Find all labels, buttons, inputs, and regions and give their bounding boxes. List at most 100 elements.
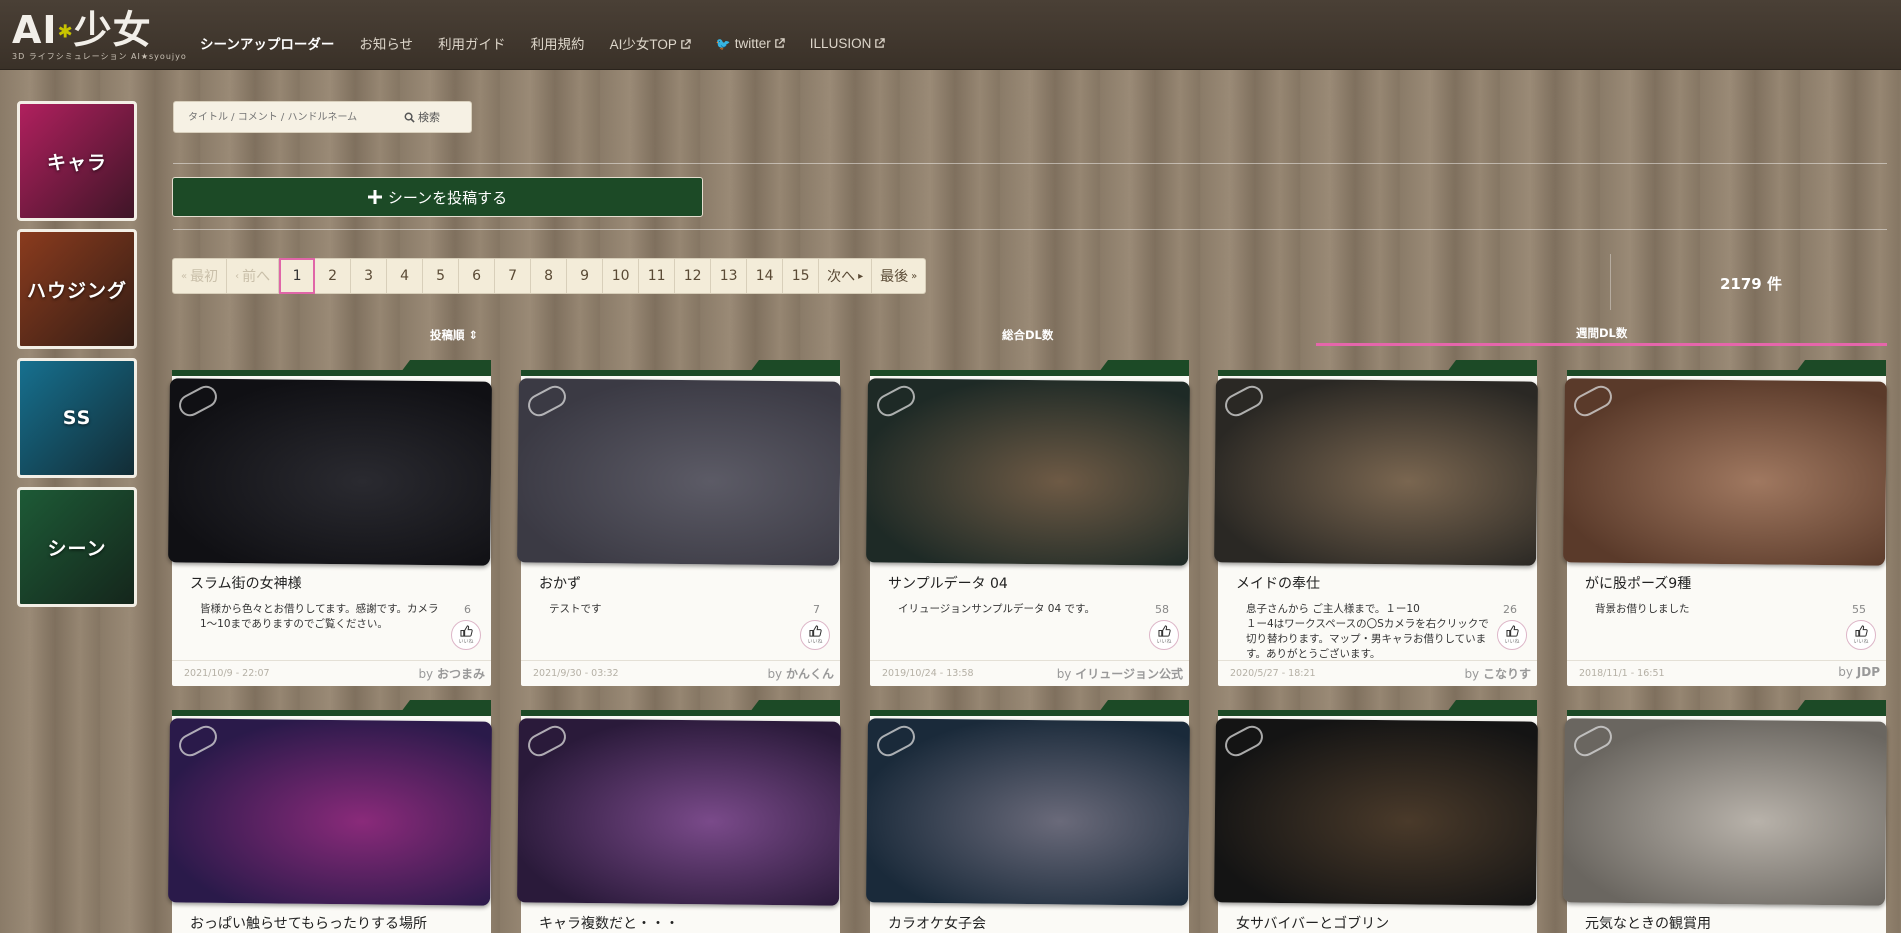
nav-item-label: ILLUSION [809,35,872,51]
author[interactable]: by おつまみ [418,665,485,682]
thumbs-up-icon [1505,625,1519,637]
page-label: 7 [508,268,518,284]
sidebar-category-1[interactable]: ハウジング [17,229,137,349]
page-number-button[interactable]: 4 [387,258,424,294]
scene-card[interactable]: キャラ複数だと・・・ [517,700,841,933]
nav-item-4[interactable]: AI少女TOP [610,33,691,53]
like-button[interactable]: いいね [1497,620,1527,650]
page-next-button[interactable]: 次へ ▸ [819,258,873,294]
page-first-button[interactable]: «最初 [172,258,228,294]
sidebar-category-3[interactable]: シーン [17,487,137,607]
scene-thumbnail[interactable] [866,378,1190,566]
scene-title[interactable]: スラム街の女神様 [190,573,302,593]
scene-card[interactable]: スラム街の女神様 皆様から色々とお借りしてます。感謝です。カメラ1〜10までありま… [168,360,492,686]
sort-by-total-dl[interactable]: 総合DL数 [1002,327,1053,343]
scene-title[interactable]: メイドの奉仕 [1236,573,1320,593]
page-prev-button[interactable]: ‹ 前へ [227,258,280,294]
scene-card[interactable]: おっぱい触らせてもらったりする場所 [168,700,492,933]
scene-title[interactable]: 女サバイバーとゴブリン [1236,913,1389,933]
logo-star-icon: ✱ [57,21,74,43]
page-number-button[interactable]: 2 [315,258,352,294]
like-button[interactable]: いいね [451,620,481,650]
like-button[interactable]: いいね [1149,620,1179,650]
nav-item-6[interactable]: ILLUSION [810,36,886,51]
nav-item-2[interactable]: 利用ガイド [438,33,506,53]
active-sort-indicator [1316,343,1887,346]
scene-thumbnail[interactable] [1214,718,1538,906]
scene-title[interactable]: おっぱい触らせてもらったりする場所 [190,913,427,933]
search-button[interactable]: 検索 [404,109,440,125]
like-count: 7 [813,603,820,616]
scene-thumbnail[interactable] [517,718,841,906]
card-footer: 2019/10/24 - 13:58 by イリュージョン公式 [870,660,1189,684]
page-number-button[interactable]: 8 [531,258,568,294]
page-label: 13 [719,268,738,284]
sidebar-category-0[interactable]: キャラ [17,101,137,221]
search-input[interactable] [174,111,404,123]
nav-item-5[interactable]: 🐦 twitter [716,36,785,51]
scene-title[interactable]: カラオケ女子会 [888,913,986,933]
scene-card[interactable]: メイドの奉仕 息子さんから ご主人様まで。１ー10 １ー4はワークスペースの〇Sカ… [1214,360,1538,686]
scene-title[interactable]: おかず [539,573,581,593]
page-last-button[interactable]: 最後» [872,258,927,294]
page-number-button[interactable]: 7 [495,258,532,294]
page-label: 10 [611,268,630,284]
card-topbar [870,710,1189,716]
divider [173,163,1887,164]
scene-thumbnail[interactable] [168,378,492,566]
author[interactable]: by イリュージョン公式 [1057,665,1183,682]
page-number-button[interactable]: 10 [603,258,640,294]
scene-card[interactable]: がに股ポーズ9種 背景お借りしました 55 いいね 2018/11/1 - 16:51 b… [1563,360,1887,686]
scene-card[interactable]: 女サバイバーとゴブリン [1214,700,1538,933]
site-logo[interactable]: AI✱少女 3D ライフシミュレーション AI★syoujyo [12,8,186,62]
page-number-button[interactable]: 6 [459,258,496,294]
scene-title[interactable]: がに股ポーズ9種 [1585,573,1691,593]
like-button-label: いいね [807,639,823,645]
like-button[interactable]: いいね [1846,620,1876,650]
card-topbar [870,370,1189,376]
scene-card[interactable]: カラオケ女子会 [866,700,1190,933]
sidebar-category-2[interactable]: SS [17,358,137,478]
page-number-button[interactable]: 13 [711,258,748,294]
page-number-button[interactable]: 1 [279,258,316,294]
card-footer: 2021/10/9 - 22:07 by おつまみ [172,660,491,684]
page-number-button[interactable]: 14 [747,258,784,294]
search-button-label: 検索 [418,111,440,124]
main-nav: シーンアップローダー お知らせ 利用ガイド 利用規約 AI少女TOP 🐦 twitter IL… [200,0,910,86]
scene-thumbnail[interactable] [517,378,841,566]
like-button[interactable]: いいね [800,620,830,650]
page-label: 4 [400,268,410,284]
scene-title[interactable]: サンプルデータ 04 [888,573,1008,593]
scene-thumbnail[interactable] [1563,718,1887,906]
page-number-button[interactable]: 9 [567,258,604,294]
page-number-button[interactable]: 5 [423,258,460,294]
sort-by-weekly-dl[interactable]: 週間DL数 [1576,325,1627,341]
scene-card[interactable]: サンプルデータ 04 イリュージョンサンプルデータ 04 です。 58 いいね 2019… [866,360,1190,686]
scene-thumbnail[interactable] [168,718,492,906]
scene-title[interactable]: キャラ複数だと・・・ [539,913,679,933]
post-date: 2020/5/27 - 18:21 [1230,668,1316,679]
post-scene-button[interactable]: シーンを投稿する [172,177,703,217]
post-scene-label: シーンを投稿する [387,188,508,207]
author[interactable]: by かんくん [767,665,834,682]
scene-card[interactable]: おかずテストです 7 いいね 2021/9/30 - 03:32 by かんくん [517,360,841,686]
page-number-button[interactable]: 12 [675,258,712,294]
page-number-button[interactable]: 15 [783,258,820,294]
author[interactable]: by JDP [1838,665,1880,679]
author[interactable]: by こなりす [1464,665,1531,682]
scene-card[interactable]: 元気なときの観賞用 [1563,700,1887,933]
page-number-button[interactable]: 3 [351,258,388,294]
nav-item-0[interactable]: シーンアップローダー [200,33,334,53]
nav-item-3[interactable]: 利用規約 [531,33,585,53]
thumbs-up-icon [1157,625,1171,637]
page-number-button[interactable]: 11 [639,258,676,294]
scene-thumbnail[interactable] [1214,378,1538,566]
scene-thumbnail[interactable] [1563,378,1887,566]
nav-item-label: 利用ガイド [438,37,506,52]
sort-by-date[interactable]: 投稿順 ⇕ [430,327,478,343]
post-date: 2021/9/30 - 03:32 [533,668,619,679]
nav-item-1[interactable]: お知らせ [359,33,413,53]
scene-description: テストです [549,603,602,615]
scene-thumbnail[interactable] [866,718,1190,906]
scene-title[interactable]: 元気なときの観賞用 [1585,913,1711,933]
